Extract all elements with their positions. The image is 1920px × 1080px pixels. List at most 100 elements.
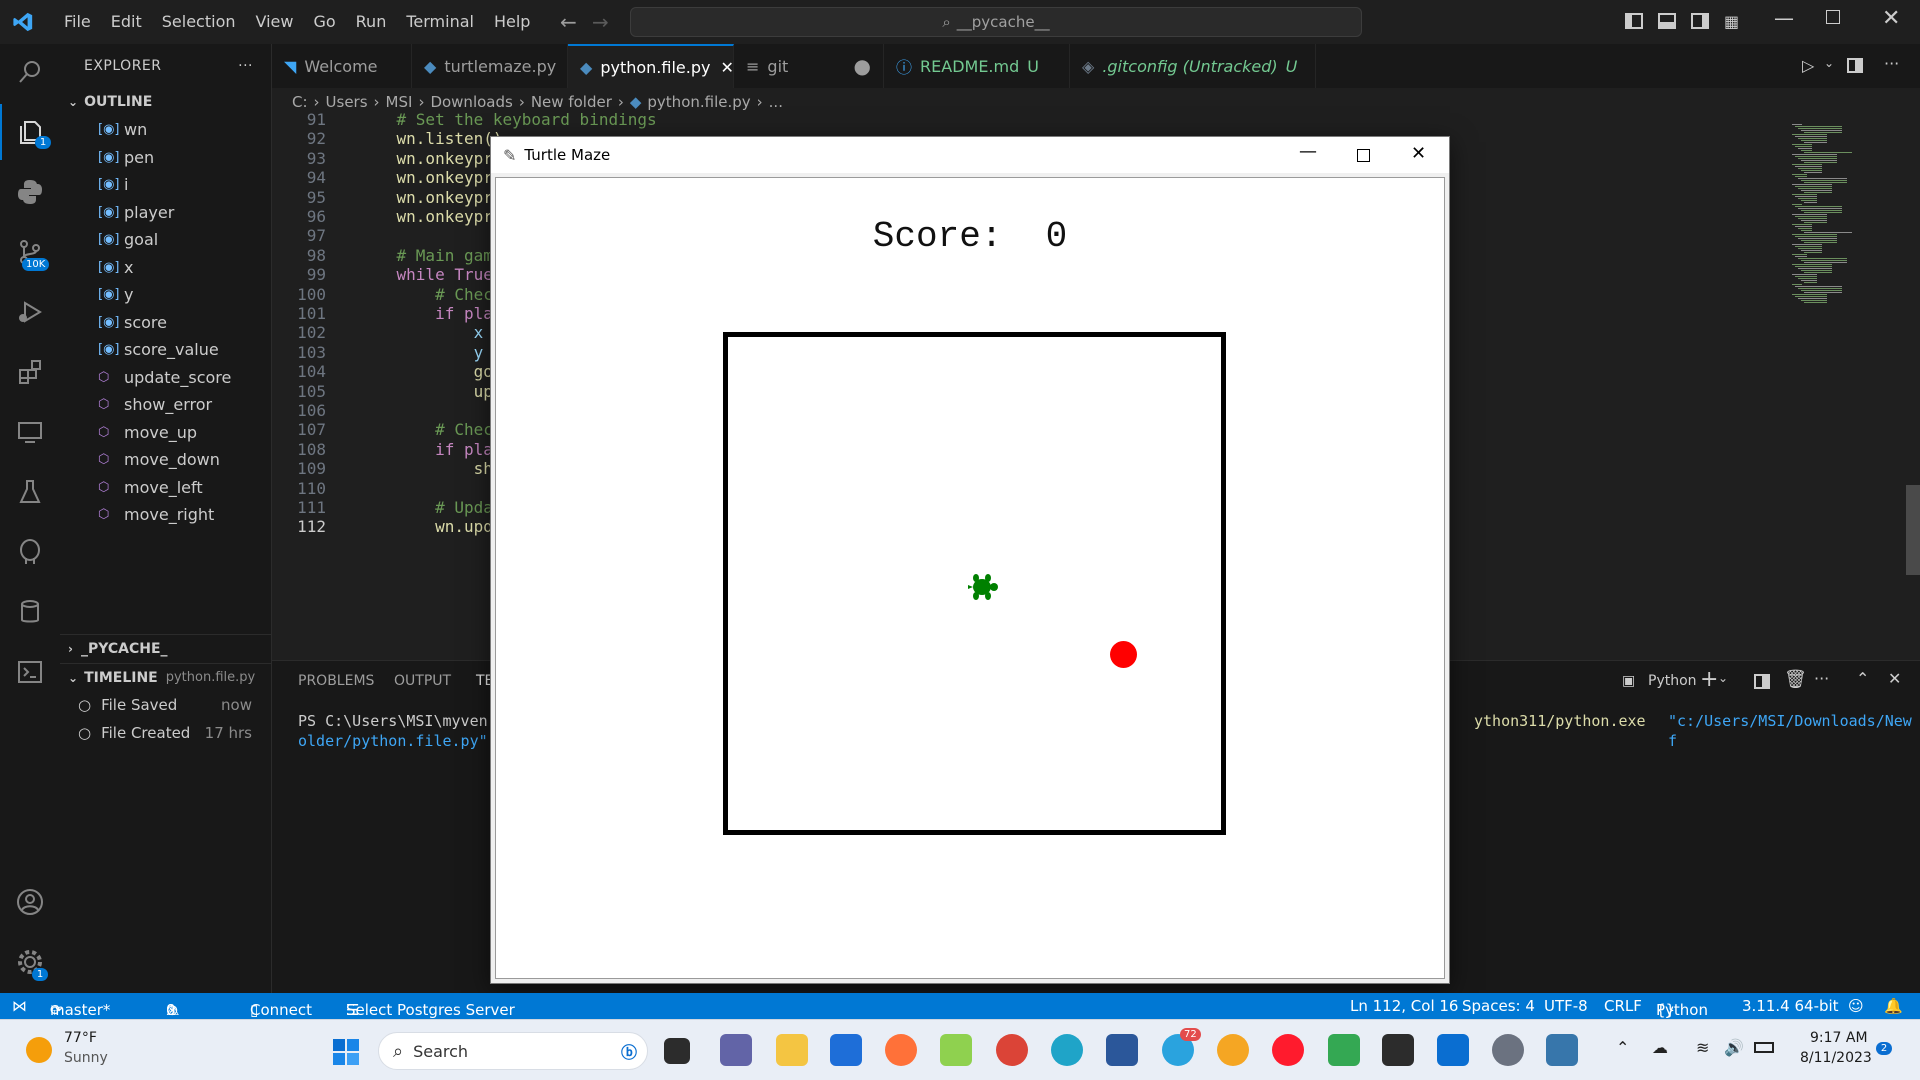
menu-run[interactable]: Run <box>346 0 397 44</box>
outline-item[interactable]: [◉] goal <box>60 226 271 254</box>
turtle-maximize-icon[interactable] <box>1357 149 1370 162</box>
breadcrumb-item[interactable]: New folder <box>531 93 612 111</box>
outline-item[interactable]: [◉] score_value <box>60 336 271 364</box>
timeline-section-header[interactable]: ⌄ TIMELINE python.file.py <box>60 663 272 691</box>
new-terminal-icon[interactable]: + <box>1700 667 1718 692</box>
clock-date[interactable]: 8/11/2023 <box>1800 1050 1872 1066</box>
task-view-icon[interactable] <box>664 1038 690 1064</box>
menu-edit[interactable]: Edit <box>101 0 152 44</box>
back-arrow-icon[interactable]: ← <box>560 10 577 34</box>
menu-view[interactable]: View <box>246 0 304 44</box>
search-activity-icon[interactable] <box>0 44 60 100</box>
turtle-minimize-icon[interactable]: — <box>1299 141 1317 162</box>
breadcrumb-item[interactable]: C: <box>292 93 308 111</box>
close-panel-icon[interactable]: ✕ <box>1888 669 1901 688</box>
volume-icon[interactable]: 🔊 <box>1724 1038 1744 1057</box>
postgres-activity-icon[interactable] <box>0 524 60 580</box>
accounts-activity-icon[interactable] <box>0 874 60 930</box>
cursor-position[interactable]: Ln 112, Col 16 <box>1350 997 1458 1015</box>
weather-temp[interactable]: 77°F <box>64 1030 97 1046</box>
menu-selection[interactable]: Selection <box>152 0 246 44</box>
forward-arrow-icon[interactable]: → <box>592 10 609 34</box>
feedback-icon[interactable]: ☺ <box>1848 997 1864 1015</box>
mail-icon[interactable] <box>830 1034 862 1066</box>
close-window-icon[interactable]: ✕ <box>1882 6 1900 31</box>
menu-help[interactable]: Help <box>484 0 540 44</box>
database-activity-icon[interactable] <box>0 584 60 640</box>
timeline-item[interactable]: ○ File Created 17 hrs <box>60 719 272 747</box>
brave-icon[interactable] <box>1217 1034 1249 1066</box>
pycache-section-header[interactable]: › _PYCACHE_ <box>60 635 272 663</box>
terminal-dropdown-icon[interactable]: ⌄ <box>1718 671 1728 685</box>
turtle-window-titlebar[interactable]: ✎ Turtle Maze — ✕ <box>491 137 1449 173</box>
outline-item[interactable]: ⬡ move_left <box>60 474 271 502</box>
python-app-icon[interactable] <box>1546 1034 1578 1066</box>
tray-chevron-icon[interactable]: ⌃ <box>1616 1038 1629 1057</box>
outline-item[interactable]: [◉] score <box>60 309 271 337</box>
terminal-profile-label[interactable]: Python <box>1648 673 1697 689</box>
app-icon[interactable] <box>940 1034 972 1066</box>
customize-layout-icon[interactable]: ▦ <box>1724 12 1742 31</box>
breadcrumb-item[interactable]: python.file.py <box>647 93 750 111</box>
start-windows-icon[interactable] <box>332 1038 360 1066</box>
terminal-app-icon[interactable] <box>1382 1034 1414 1066</box>
tab-turtlemaze[interactable]: ◆ turtlemaze.py <box>412 44 568 88</box>
outline-item[interactable]: ⬡ show_error <box>60 391 271 419</box>
tab-python-file[interactable]: ◆ python.file.py ✕ <box>568 44 734 88</box>
editor-more-actions-icon[interactable]: ··· <box>1884 54 1899 73</box>
opera-icon[interactable] <box>1272 1034 1304 1066</box>
editor-scrollbar[interactable] <box>1906 485 1920 575</box>
toggle-primary-sidebar-icon[interactable] <box>1625 13 1643 29</box>
weather-condition[interactable]: Sunny <box>64 1050 108 1066</box>
outline-item[interactable]: [◉] x <box>60 254 271 282</box>
toggle-secondary-sidebar-icon[interactable] <box>1691 13 1709 29</box>
notifications-bell-icon[interactable]: 🔔 <box>1884 997 1903 1015</box>
notification-count-badge[interactable]: 2 <box>1876 1042 1892 1055</box>
encoding[interactable]: UTF-8 <box>1544 997 1588 1015</box>
tab-problems[interactable]: PROBLEMS <box>298 673 374 689</box>
battery-icon[interactable] <box>1754 1042 1774 1053</box>
split-terminal-icon[interactable] <box>1754 674 1770 689</box>
split-editor-icon[interactable] <box>1847 58 1863 73</box>
outline-section-header[interactable]: ⌄ OUTLINE <box>60 88 271 116</box>
more-actions-icon[interactable]: ··· <box>238 58 253 74</box>
close-tab-icon[interactable]: ✕ <box>720 58 733 77</box>
explorer-activity-icon[interactable]: 1 <box>0 104 60 160</box>
tab-gitconfig[interactable]: ◈ .gitconfig (Untracked) U <box>1070 44 1316 88</box>
extensions-activity-icon[interactable] <box>0 344 60 400</box>
word-icon[interactable] <box>1106 1034 1138 1066</box>
edge-icon[interactable] <box>1051 1034 1083 1066</box>
tab-readme[interactable]: ⓘ README.md U <box>884 44 1070 88</box>
outline-item[interactable]: ⬡ update_score <box>60 364 271 392</box>
source-control-activity-icon[interactable]: 10K <box>0 224 60 280</box>
terminal-activity-icon[interactable] <box>0 644 60 700</box>
wifi-icon[interactable]: ≋ <box>1696 1038 1709 1057</box>
file-explorer-icon[interactable] <box>776 1034 808 1066</box>
firefox-icon[interactable] <box>885 1034 917 1066</box>
outline-item[interactable]: [◉] player <box>60 199 271 227</box>
taskbar-search-box[interactable]: ⌕ Search ⓑ <box>378 1032 648 1070</box>
timeline-item[interactable]: ○ File Saved now <box>60 691 272 719</box>
app-diamond-icon[interactable] <box>1328 1034 1360 1066</box>
menu-go[interactable]: Go <box>303 0 345 44</box>
kill-terminal-trash-icon[interactable]: 🗑 <box>1784 669 1807 690</box>
manage-gear-icon[interactable]: 1 <box>0 934 60 990</box>
settings-app-icon[interactable] <box>1492 1034 1524 1066</box>
outline-item[interactable]: [◉] pen <box>60 144 271 172</box>
panel-more-actions-icon[interactable]: ··· <box>1814 669 1829 688</box>
tab-output[interactable]: OUTPUT <box>394 673 451 689</box>
tab-git[interactable]: ≡ git ● <box>734 44 884 88</box>
run-debug-activity-icon[interactable] <box>0 284 60 340</box>
maximize-panel-chevron-icon[interactable]: ⌃ <box>1856 669 1869 688</box>
outline-item[interactable]: ⬡ move_down <box>60 446 271 474</box>
outline-item[interactable]: ⬡ move_right <box>60 501 271 529</box>
command-center-search[interactable]: ⌕ __pycache__ <box>630 7 1362 37</box>
onedrive-icon[interactable]: ☁ <box>1652 1038 1668 1057</box>
outline-item[interactable]: [◉] i <box>60 171 271 199</box>
tab-welcome[interactable]: ◥ Welcome <box>272 44 412 88</box>
chrome-icon[interactable] <box>996 1034 1028 1066</box>
outline-item[interactable]: [◉] y <box>60 281 271 309</box>
menu-terminal[interactable]: Terminal <box>396 0 484 44</box>
weather-sun-icon[interactable] <box>26 1037 52 1063</box>
minimap[interactable] <box>1782 116 1902 636</box>
